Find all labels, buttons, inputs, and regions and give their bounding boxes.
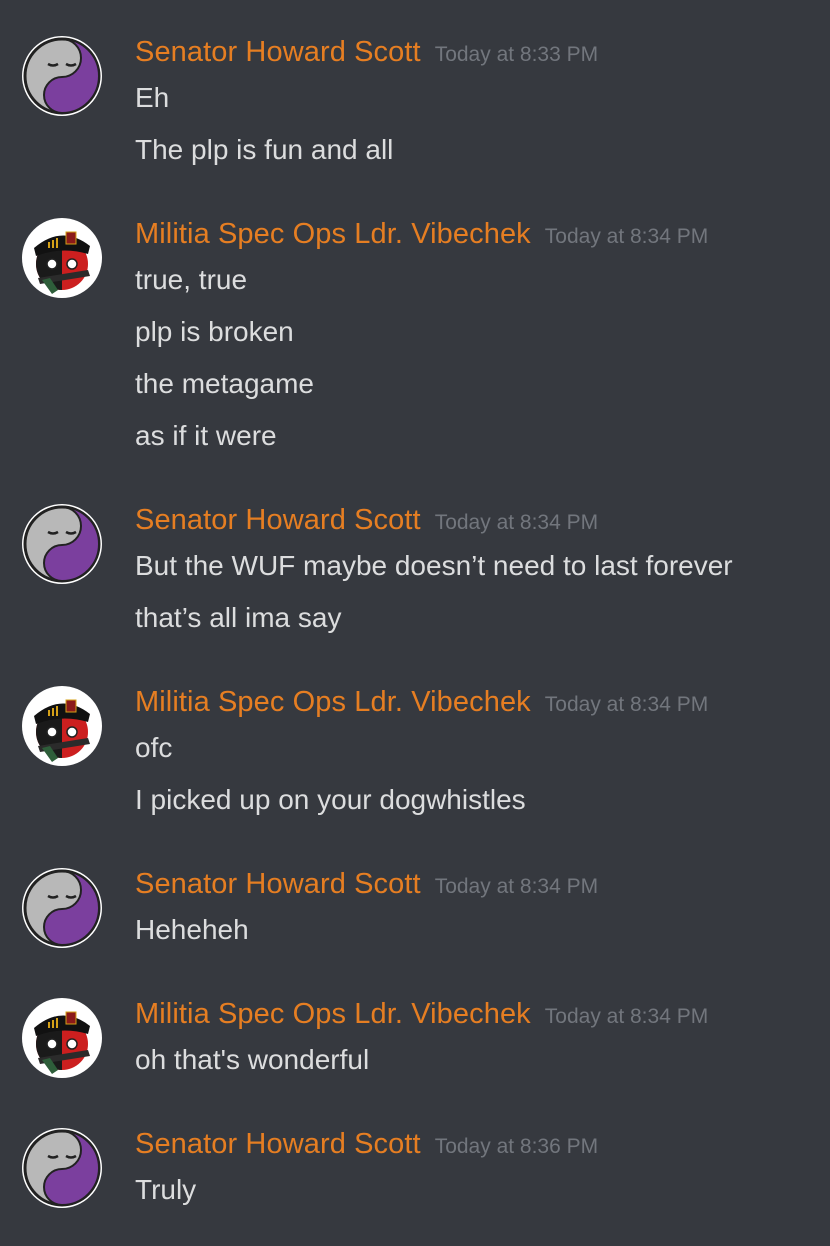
- message-timestamp[interactable]: Today at 8:34 PM: [545, 225, 708, 248]
- message-header: Militia Spec Ops Ldr. Vibechek Today at 8…: [135, 998, 708, 1032]
- purple-ball-avatar[interactable]: [22, 36, 102, 116]
- message-timestamp[interactable]: Today at 8:34 PM: [435, 875, 598, 898]
- message-header: Senator Howard Scott Today at 8:34 PM: [135, 504, 598, 538]
- message-text: the metagame: [135, 368, 314, 399]
- author-name[interactable]: Senator Howard Scott: [135, 1128, 421, 1160]
- message-header: Senator Howard Scott Today at 8:33 PM: [135, 36, 598, 70]
- message-header: Senator Howard Scott Today at 8:34 PM: [135, 868, 598, 902]
- author-name[interactable]: Senator Howard Scott: [135, 36, 421, 68]
- message-text: Eh: [135, 82, 170, 113]
- message-text: Truly: [135, 1174, 197, 1205]
- message-timestamp[interactable]: Today at 8:33 PM: [435, 43, 598, 66]
- message-timestamp[interactable]: Today at 8:36 PM: [435, 1135, 598, 1158]
- message-text: Heheheh: [135, 914, 249, 945]
- soldier-ball-avatar[interactable]: [22, 686, 102, 766]
- purple-ball-avatar[interactable]: [22, 504, 102, 584]
- message-timestamp[interactable]: Today at 8:34 PM: [545, 1005, 708, 1028]
- message-text: ofc: [135, 732, 173, 763]
- message-timestamp[interactable]: Today at 8:34 PM: [545, 693, 708, 716]
- message-text: true, true: [135, 264, 248, 295]
- message-header: Senator Howard Scott Today at 8:36 PM: [135, 1128, 598, 1162]
- message-text: plp is broken: [135, 316, 294, 347]
- author-name[interactable]: Militia Spec Ops Ldr. Vibechek: [135, 998, 531, 1030]
- message-text: But the WUF maybe doesn’t need to last f…: [135, 550, 733, 581]
- message-timestamp[interactable]: Today at 8:34 PM: [435, 511, 598, 534]
- message-header: Militia Spec Ops Ldr. Vibechek Today at 8…: [135, 218, 708, 252]
- chat-message-list: Senator Howard Scott Today at 8:33 PM Eh …: [0, 0, 830, 1246]
- purple-ball-avatar[interactable]: [22, 1128, 102, 1208]
- author-name[interactable]: Militia Spec Ops Ldr. Vibechek: [135, 686, 531, 718]
- author-name[interactable]: Senator Howard Scott: [135, 868, 421, 900]
- message-text: that’s all ima say: [135, 602, 342, 633]
- author-name[interactable]: Senator Howard Scott: [135, 504, 421, 536]
- author-name[interactable]: Militia Spec Ops Ldr. Vibechek: [135, 218, 531, 250]
- soldier-ball-avatar[interactable]: [22, 218, 102, 298]
- purple-ball-avatar[interactable]: [22, 868, 102, 948]
- message-header: Militia Spec Ops Ldr. Vibechek Today at 8…: [135, 686, 708, 720]
- message-text: as if it were: [135, 420, 277, 451]
- message-text: I picked up on your dogwhistles: [135, 784, 526, 815]
- message-text: oh that's wonderful: [135, 1044, 370, 1075]
- message-text: The plp is fun and all: [135, 134, 394, 165]
- soldier-ball-avatar[interactable]: [22, 998, 102, 1078]
